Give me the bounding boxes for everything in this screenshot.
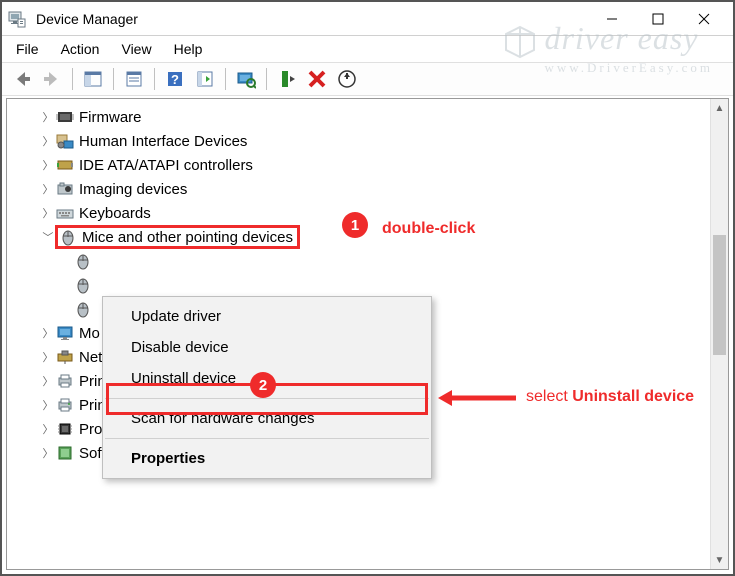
- show-hide-tree-button[interactable]: [79, 66, 107, 92]
- menu-view[interactable]: View: [111, 37, 161, 61]
- chevron-right-icon: 〉: [41, 373, 55, 389]
- scroll-down-icon[interactable]: ▼: [711, 551, 728, 569]
- mouse-icon: [73, 275, 93, 295]
- chevron-right-icon: 〉: [41, 445, 55, 461]
- ctx-update-driver[interactable]: Update driver: [103, 301, 431, 332]
- close-button[interactable]: [681, 2, 727, 35]
- print-queue-icon: [55, 371, 75, 391]
- tree-item-mouse-device[interactable]: [13, 249, 728, 273]
- tree-label: IDE ATA/ATAPI controllers: [79, 157, 253, 174]
- toolbar-separator: [225, 68, 226, 90]
- hid-icon: [55, 131, 75, 151]
- tree-label: Mice and other pointing devices: [82, 229, 297, 246]
- menu-action[interactable]: Action: [51, 37, 110, 61]
- vertical-scrollbar[interactable]: ▲ ▼: [710, 99, 728, 569]
- scan-hardware-button[interactable]: [232, 66, 260, 92]
- printer-icon: [55, 395, 75, 415]
- menu-help[interactable]: Help: [164, 37, 213, 61]
- annotation-text-double-click: double-click: [382, 220, 475, 238]
- action-center-button[interactable]: [191, 66, 219, 92]
- minimize-button[interactable]: [589, 2, 635, 35]
- tree-item-hid[interactable]: 〉 Human Interface Devices: [13, 129, 728, 153]
- tree-label: Keyboards: [79, 205, 151, 222]
- keyboard-icon: [55, 203, 75, 223]
- toolbar-separator: [113, 68, 114, 90]
- tree-item-imaging[interactable]: 〉 Imaging devices: [13, 177, 728, 201]
- chevron-right-icon: 〉: [41, 325, 55, 341]
- uninstall-device-button[interactable]: [303, 66, 331, 92]
- processor-icon: [55, 419, 75, 439]
- enable-device-button[interactable]: [273, 66, 301, 92]
- scrollbar-thumb[interactable]: [713, 235, 726, 355]
- context-menu-separator: [105, 438, 429, 439]
- chevron-right-icon: 〉: [41, 421, 55, 437]
- tree-label: Human Interface Devices: [79, 133, 247, 150]
- maximize-button[interactable]: [635, 2, 681, 35]
- window-title: Device Manager: [36, 11, 138, 27]
- device-manager-icon: [8, 10, 26, 28]
- window-controls: [589, 2, 727, 35]
- mouse-icon: [73, 251, 93, 271]
- ctx-disable-device[interactable]: Disable device: [103, 332, 431, 363]
- network-icon: [55, 347, 75, 367]
- svg-text:?: ?: [171, 72, 179, 87]
- toolbar-separator: [154, 68, 155, 90]
- tree-item-mouse-device[interactable]: [13, 273, 728, 297]
- toolbar-separator: [72, 68, 73, 90]
- tree-label: Firmware: [79, 109, 142, 126]
- chevron-right-icon: 〉: [41, 205, 55, 221]
- chevron-right-icon: 〉: [41, 349, 55, 365]
- imaging-icon: [55, 179, 75, 199]
- tree-label: Imaging devices: [79, 181, 187, 198]
- chevron-right-icon: 〉: [41, 109, 55, 125]
- annotation-text-bold: Uninstall device: [572, 388, 694, 405]
- scroll-up-icon[interactable]: ▲: [711, 99, 728, 117]
- back-button[interactable]: [8, 66, 36, 92]
- chevron-right-icon: 〉: [41, 397, 55, 413]
- toolbar-separator: [266, 68, 267, 90]
- update-driver-button[interactable]: [333, 66, 361, 92]
- title-bar: Device Manager: [2, 2, 733, 36]
- tree-item-mice[interactable]: 〉 Mice and other pointing devices: [13, 225, 728, 249]
- properties-button[interactable]: [120, 66, 148, 92]
- software-icon: [55, 443, 75, 463]
- ide-controller-icon: [55, 155, 75, 175]
- ctx-properties[interactable]: Properties: [103, 443, 431, 474]
- chevron-right-icon: 〉: [41, 181, 55, 197]
- annotation-text-select-uninstall: select Uninstall device: [526, 388, 694, 406]
- monitor-icon: [55, 323, 75, 343]
- tree-item-firmware[interactable]: 〉 Firmware: [13, 105, 728, 129]
- mouse-icon: [73, 299, 93, 319]
- chevron-right-icon: 〉: [41, 157, 55, 173]
- tree-item-keyboards[interactable]: 〉 Keyboards: [13, 201, 728, 225]
- firmware-icon: [55, 107, 75, 127]
- annotation-arrow-icon: [438, 388, 518, 408]
- ctx-scan-hardware[interactable]: Scan for hardware changes: [103, 403, 431, 434]
- tree-item-ide[interactable]: 〉 IDE ATA/ATAPI controllers: [13, 153, 728, 177]
- annotation-badge-1: 1: [342, 212, 368, 238]
- annotation-text-prefix: select: [526, 388, 572, 405]
- chevron-down-icon: 〉: [40, 230, 56, 244]
- tree-label: Mo: [79, 325, 100, 342]
- tree-label: Net: [79, 349, 102, 366]
- annotation-badge-2: 2: [250, 372, 276, 398]
- menu-file[interactable]: File: [6, 37, 49, 61]
- toolbar: ?: [2, 62, 733, 96]
- menu-bar: File Action View Help: [2, 36, 733, 62]
- forward-button[interactable]: [38, 66, 66, 92]
- mouse-icon: [58, 227, 78, 247]
- context-menu-separator: [105, 398, 429, 399]
- help-button[interactable]: ?: [161, 66, 189, 92]
- chevron-right-icon: 〉: [41, 133, 55, 149]
